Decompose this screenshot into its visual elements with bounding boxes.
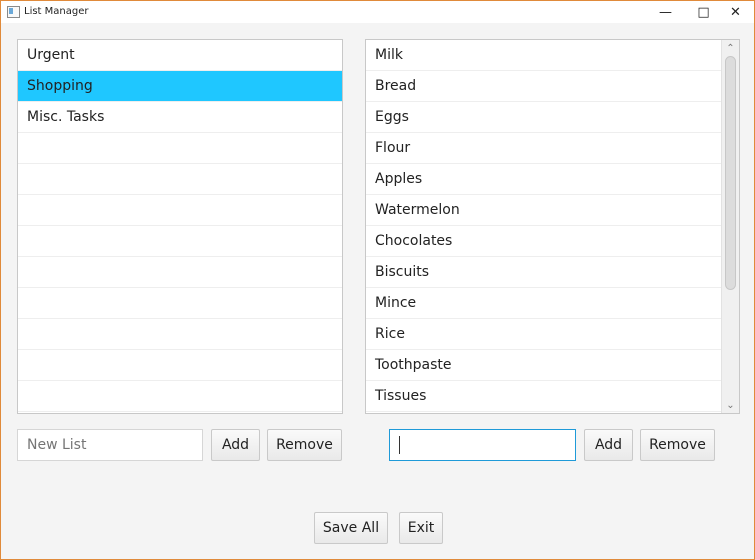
empty-row bbox=[18, 226, 342, 257]
items-list: Milk Bread Eggs Flour Apples Watermelon … bbox=[366, 40, 721, 412]
save-all-button[interactable]: Save All bbox=[314, 512, 388, 544]
list-item[interactable]: Tissues bbox=[366, 381, 721, 412]
list-item[interactable]: Biscuits bbox=[366, 257, 721, 288]
empty-row bbox=[18, 319, 342, 350]
title-bar: List Manager — □ ✕ bbox=[1, 1, 754, 23]
lists-panel[interactable]: Urgent Shopping Misc. Tasks bbox=[17, 39, 343, 414]
list-item-selected[interactable]: Shopping bbox=[18, 71, 342, 102]
remove-item-button[interactable]: Remove bbox=[640, 429, 715, 461]
minimize-button[interactable]: — bbox=[647, 1, 684, 23]
items-panel[interactable]: Milk Bread Eggs Flour Apples Watermelon … bbox=[365, 39, 740, 414]
list-manager-window: List Manager — □ ✕ Urgent Shopping Misc.… bbox=[0, 0, 755, 560]
window-title: List Manager bbox=[24, 6, 89, 17]
empty-row bbox=[18, 288, 342, 319]
list-item[interactable]: Watermelon bbox=[366, 195, 721, 226]
list-item[interactable]: Milk bbox=[366, 40, 721, 71]
scroll-up-icon[interactable]: ⌃ bbox=[722, 40, 739, 56]
list-item[interactable]: Flour bbox=[366, 133, 721, 164]
app-icon bbox=[7, 6, 20, 18]
list-item[interactable]: Apples bbox=[366, 164, 721, 195]
empty-row bbox=[18, 381, 342, 412]
scroll-thumb[interactable] bbox=[725, 56, 736, 290]
exit-button[interactable]: Exit bbox=[399, 512, 443, 544]
list-item[interactable]: Urgent bbox=[18, 40, 342, 71]
scroll-down-icon[interactable]: ⌄ bbox=[722, 397, 739, 413]
list-item[interactable]: Bread bbox=[366, 71, 721, 102]
add-list-button[interactable]: Add bbox=[211, 429, 260, 461]
list-item[interactable]: Toothpaste bbox=[366, 350, 721, 381]
empty-row bbox=[18, 350, 342, 381]
empty-row bbox=[18, 195, 342, 226]
list-item[interactable]: Misc. Tasks bbox=[18, 102, 342, 133]
empty-row bbox=[18, 133, 342, 164]
empty-row bbox=[18, 257, 342, 288]
close-button[interactable]: ✕ bbox=[717, 1, 754, 23]
vertical-scrollbar[interactable]: ⌃ ⌄ bbox=[721, 40, 739, 413]
text-cursor bbox=[399, 436, 400, 454]
new-item-input[interactable] bbox=[389, 429, 576, 461]
empty-row bbox=[18, 164, 342, 195]
new-list-input[interactable] bbox=[17, 429, 203, 461]
list-item[interactable]: Rice bbox=[366, 319, 721, 350]
add-item-button[interactable]: Add bbox=[584, 429, 633, 461]
remove-list-button[interactable]: Remove bbox=[267, 429, 342, 461]
list-item[interactable]: Chocolates bbox=[366, 226, 721, 257]
list-item[interactable]: Mince bbox=[366, 288, 721, 319]
list-item[interactable]: Eggs bbox=[366, 102, 721, 133]
